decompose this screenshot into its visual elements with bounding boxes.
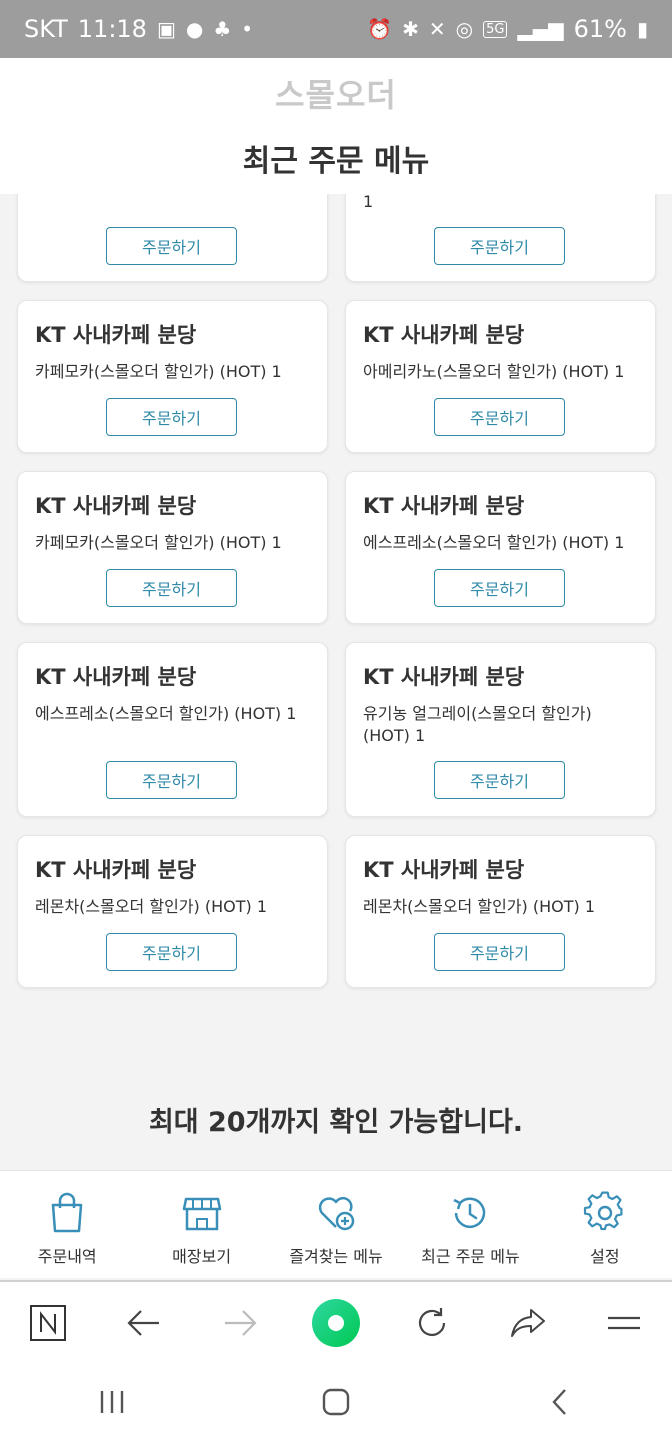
order-button[interactable]: 주문하기	[434, 761, 565, 799]
back-button[interactable]	[114, 1293, 174, 1353]
arrow-right-icon	[225, 1310, 257, 1336]
store-name: KT 사내카페 분당	[35, 323, 197, 347]
bluetooth-icon: ✱	[402, 17, 419, 41]
order-item: 카페모카(스몰오더 할인가) (HOT) 1	[35, 362, 282, 381]
tab-settings[interactable]: 설정	[538, 1171, 672, 1278]
tab-label: 매장보기	[172, 1247, 232, 1266]
order-item: 에스프레소(스몰오더 할인가) (HOT) 1	[35, 704, 297, 723]
order-item: 레몬차(스몰오더 할인가) (HOT) 1	[363, 897, 596, 916]
order-button[interactable]: 주문하기	[434, 398, 565, 436]
app-logo: 스몰오더	[275, 76, 397, 114]
order-card: KT 사내카페 분당 유기농 얼그레이(스몰오더 할인가) (HOT) 1 주문…	[345, 642, 656, 817]
order-item: 카페모카(스몰오더 할인가) (HOT) 1	[35, 533, 282, 552]
battery-label: 61%	[573, 15, 627, 43]
status-bar: SKT 11:18 ▣ ● ♣ • ⏰ ✱ ✕ ◎ 5G ▂▄▆ 61% ▮	[0, 0, 672, 58]
gear-icon	[583, 1191, 623, 1231]
carrier-label: SKT	[24, 15, 68, 43]
order-item: 에스프레소(스몰오더 할인가) (HOT) 1	[363, 533, 625, 552]
shopping-bag-icon	[51, 1192, 83, 1233]
kakaotalk-icon: ●	[185, 17, 204, 41]
order-button[interactable]: 주문하기	[106, 569, 237, 607]
tab-label: 최근 주문 메뉴	[421, 1247, 520, 1266]
browser-toolbar	[0, 1280, 672, 1364]
order-button[interactable]: 주문하기	[434, 227, 565, 265]
order-button[interactable]: 주문하기	[434, 933, 565, 971]
hotspot-icon: ◎	[455, 17, 474, 41]
order-card: 1 주문하기	[345, 194, 656, 282]
menu-button[interactable]	[594, 1293, 654, 1353]
home-button[interactable]	[306, 1372, 366, 1432]
app-header: 스몰오더 최근 주문 메뉴	[0, 58, 672, 194]
order-card: KT 사내카페 분당 카페모카(스몰오더 할인가) (HOT) 1 주문하기	[17, 300, 328, 453]
share-arrow-icon	[511, 1309, 545, 1337]
order-card: KT 사내카페 분당 레몬차(스몰오더 할인가) (HOT) 1 주문하기	[17, 835, 328, 988]
order-card: KT 사내카페 분당 아메리카노(스몰오더 할인가) (HOT) 1 주문하기	[345, 300, 656, 453]
order-card: KT 사내카페 분당 카페모카(스몰오더 할인가) (HOT) 1 주문하기	[17, 471, 328, 624]
order-card: 주문하기	[17, 194, 328, 282]
order-card: KT 사내카페 분당 에스프레소(스몰오더 할인가) (HOT) 1 주문하기	[17, 642, 328, 817]
tab-favorite-menu[interactable]: 즐겨찾는 메뉴	[269, 1171, 403, 1278]
store-icon	[182, 1197, 221, 1231]
heart-plus-icon	[318, 1197, 355, 1231]
tab-label: 주문내역	[37, 1247, 97, 1266]
tab-label: 즐겨찾는 메뉴	[289, 1247, 383, 1266]
recent-apps-icon	[100, 1391, 124, 1413]
network-type-label: 5G	[483, 20, 508, 38]
store-name: KT 사내카페 분당	[363, 858, 525, 882]
tab-order-history[interactable]: 주문내역	[0, 1171, 134, 1278]
arrow-left-icon	[127, 1310, 159, 1336]
tab-label: 설정	[590, 1247, 620, 1266]
system-nav-bar	[0, 1364, 672, 1440]
mute-icon: ✕	[428, 17, 446, 41]
refresh-icon	[418, 1308, 446, 1336]
order-item: 1	[363, 194, 374, 211]
green-dot-button[interactable]	[306, 1293, 366, 1353]
order-button[interactable]: 주문하기	[434, 569, 565, 607]
order-button[interactable]: 주문하기	[106, 398, 237, 436]
more-dot-icon: •	[241, 17, 254, 41]
history-icon	[453, 1197, 486, 1229]
reload-button[interactable]	[402, 1293, 462, 1353]
home-square-icon	[322, 1388, 350, 1416]
order-card: KT 사내카페 분당 에스프레소(스몰오더 할인가) (HOT) 1 주문하기	[345, 471, 656, 624]
order-button[interactable]: 주문하기	[106, 227, 237, 265]
order-item: 아메리카노(스몰오더 할인가) (HOT) 1	[363, 362, 625, 381]
store-name: KT 사내카페 분당	[363, 665, 525, 689]
recent-orders-list[interactable]: 주문하기 1 주문하기 KT 사내카페 분당 카페모카(스몰오더 할인가) (H…	[0, 194, 672, 1170]
recent-apps-button[interactable]	[82, 1372, 142, 1432]
limit-notice: 최대 20개까지 확인 가능합니다.	[148, 1107, 524, 1138]
naver-home-button[interactable]	[18, 1293, 78, 1353]
order-card: KT 사내카페 분당 레몬차(스몰오더 할인가) (HOT) 1 주문하기	[345, 835, 656, 988]
tab-recent-orders[interactable]: 최근 주문 메뉴	[403, 1171, 537, 1278]
order-item: 유기농 얼그레이(스몰오더 할인가) (HOT) 1	[363, 704, 592, 745]
store-name: KT 사내카페 분당	[35, 494, 197, 518]
green-dot-icon	[312, 1299, 360, 1347]
naver-n-icon	[30, 1305, 66, 1341]
time-label: 11:18	[77, 15, 147, 43]
bottom-tab-bar: 주문내역 매장보기 즐겨찾는 메뉴 최근 주문 메뉴 설정	[0, 1170, 672, 1278]
notification-icon: ♣	[213, 17, 232, 41]
store-name: KT 사내카페 분당	[363, 494, 525, 518]
system-back-button[interactable]	[530, 1372, 590, 1432]
chevron-left-icon	[552, 1389, 566, 1415]
hamburger-menu-icon	[608, 1316, 640, 1330]
page-title: 최근 주문 메뉴	[242, 144, 430, 179]
gallery-icon: ▣	[156, 17, 176, 41]
signal-icon: ▂▄▆	[517, 17, 564, 41]
order-item: 레몬차(스몰오더 할인가) (HOT) 1	[35, 897, 268, 916]
alarm-icon: ⏰	[367, 17, 393, 41]
store-name: KT 사내카페 분당	[35, 665, 197, 689]
forward-button[interactable]	[210, 1293, 270, 1353]
share-button[interactable]	[498, 1293, 558, 1353]
store-name: KT 사내카페 분당	[35, 858, 197, 882]
store-name: KT 사내카페 분당	[363, 323, 525, 347]
order-button[interactable]: 주문하기	[106, 933, 237, 971]
order-button[interactable]: 주문하기	[106, 761, 237, 799]
tab-stores[interactable]: 매장보기	[134, 1171, 268, 1278]
battery-icon: ▮	[636, 17, 648, 41]
